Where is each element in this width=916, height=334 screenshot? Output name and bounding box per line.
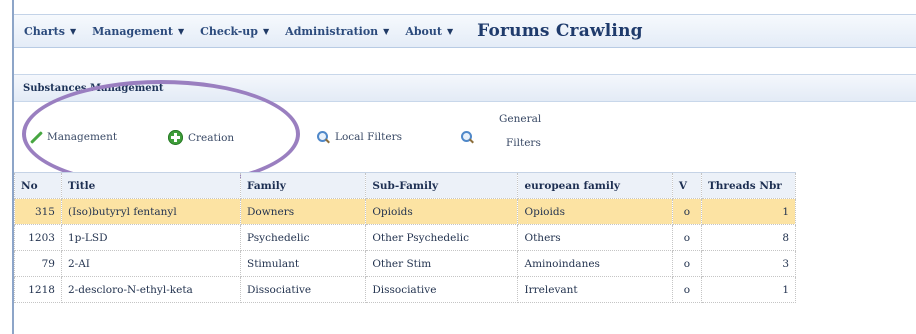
- menu-label: Check-up: [200, 24, 258, 38]
- cell-title: 2-AI: [60, 250, 242, 277]
- cell-european-family: Opioids: [517, 198, 673, 225]
- local-filters-label: Local Filters: [335, 131, 402, 143]
- cell-v: o: [671, 276, 702, 303]
- cell-threads-nbr: 3: [700, 250, 797, 277]
- cell-european-family: Irrelevant: [517, 276, 673, 303]
- column-header-v[interactable]: V: [671, 172, 702, 199]
- table-row[interactable]: 315 (Iso)butyryl fentanyl Downers Opioid…: [14, 198, 797, 225]
- local-filters-button[interactable]: Local Filters: [316, 130, 402, 144]
- menu-about[interactable]: About ▼: [405, 25, 453, 38]
- cell-title: (Iso)butyryl fentanyl: [60, 198, 242, 225]
- cell-sub-family: Dissociative: [365, 276, 519, 303]
- menu-check-up[interactable]: Check-up ▼: [200, 25, 269, 38]
- table-row[interactable]: 1218 2-desclоro-N-ethyl-keta Dissociativ…: [14, 276, 797, 303]
- cell-no: 315: [14, 198, 62, 225]
- menu-label: Administration: [285, 24, 379, 38]
- chevron-down-icon: ▼: [446, 26, 454, 36]
- panel-header: Substances Management: [14, 74, 916, 102]
- pencil-icon: [28, 130, 42, 144]
- cell-european-family: Others: [517, 224, 673, 251]
- top-menu-bar: Charts ▼ Management ▼ Check-up ▼ Administra…: [14, 14, 916, 48]
- management-button[interactable]: Management: [28, 130, 117, 144]
- menu-label: Management: [92, 24, 173, 38]
- general-filters-label-line1: General: [499, 113, 542, 125]
- cell-european-family: Aminoindanes: [517, 250, 673, 277]
- table-row[interactable]: 1203 1p-LSD Psychedelic Other Psychedeli…: [14, 224, 797, 251]
- chevron-down-icon: ▼: [69, 26, 77, 36]
- creation-button[interactable]: Creation: [168, 130, 234, 145]
- cell-threads-nbr: 8: [700, 224, 797, 251]
- search-icon: [460, 130, 474, 144]
- table-row[interactable]: 79 2-AI Stimulant Other Stim Aminoindane…: [14, 250, 797, 277]
- general-filters-icon-button[interactable]: [460, 130, 479, 144]
- management-label: Management: [47, 131, 118, 143]
- cell-no: 1218: [14, 276, 62, 303]
- chevron-down-icon: ▼: [263, 26, 270, 36]
- table-header-row: No Title Family Sub-Family european fami…: [14, 172, 797, 199]
- cell-threads-nbr: 1: [700, 198, 797, 225]
- menu-label: Charts: [24, 24, 65, 38]
- panel-title: Substances Management: [23, 82, 164, 94]
- cell-sub-family: Other Psychedelic: [365, 224, 519, 251]
- cell-family: Dissociative: [239, 276, 367, 303]
- cell-no: 79: [14, 250, 62, 277]
- column-header-threads-nbr[interactable]: Threads Nbr: [700, 172, 797, 199]
- search-icon: [316, 130, 330, 144]
- cell-sub-family: Opioids: [365, 198, 519, 225]
- menu-management[interactable]: Management ▼: [92, 25, 184, 38]
- cell-threads-nbr: 1: [700, 276, 797, 303]
- general-filters-button[interactable]: General Filters: [494, 110, 542, 152]
- column-header-sub-family[interactable]: Sub-Family: [365, 172, 519, 199]
- cell-title: 2-desclоro-N-ethyl-keta: [60, 276, 242, 303]
- column-header-family[interactable]: Family: [239, 172, 367, 199]
- cell-sub-family: Other Stim: [365, 250, 519, 277]
- menu-charts[interactable]: Charts ▼: [24, 25, 76, 38]
- cell-no: 1203: [14, 224, 62, 251]
- general-filters-label-line2: Filters: [506, 137, 541, 149]
- cell-family: Stimulant: [239, 250, 367, 277]
- add-icon: [168, 130, 183, 145]
- cell-title: 1p-LSD: [60, 224, 242, 251]
- column-header-title[interactable]: Title: [60, 172, 242, 199]
- menu-administration[interactable]: Administration ▼: [285, 25, 389, 38]
- toolbar: Management Creation Local Filters Genera…: [14, 104, 916, 172]
- menu-label: About: [405, 24, 442, 38]
- app-title: Forums Crawling: [477, 21, 643, 41]
- cell-v: o: [671, 198, 702, 225]
- substances-table: No Title Family Sub-Family european fami…: [14, 172, 797, 303]
- cell-v: o: [671, 250, 702, 277]
- column-header-no[interactable]: No: [14, 172, 62, 199]
- chevron-down-icon: ▼: [383, 26, 390, 36]
- creation-label: Creation: [188, 131, 235, 144]
- cell-family: Downers: [239, 198, 367, 225]
- cell-family: Psychedelic: [239, 224, 367, 251]
- chevron-down-icon: ▼: [177, 26, 185, 36]
- column-header-european-family[interactable]: european family: [517, 172, 673, 199]
- cell-v: o: [671, 224, 702, 251]
